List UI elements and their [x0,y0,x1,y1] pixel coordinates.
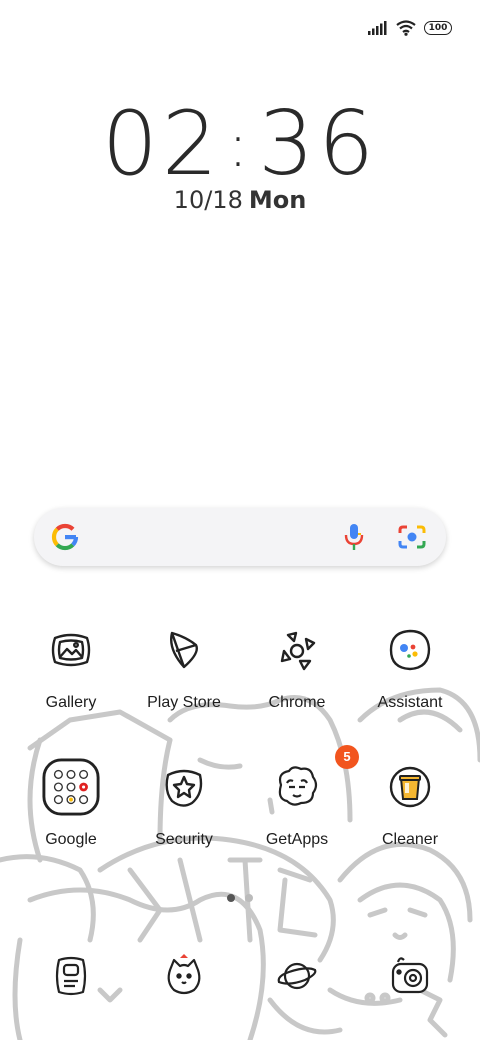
security-icon [154,757,214,817]
camera-icon [380,946,440,1006]
getapps-icon: 5 [267,745,359,817]
app-chrome[interactable]: Chrome [242,620,352,712]
google-g-icon [51,523,79,551]
app-assistant[interactable]: Assistant [355,620,465,712]
gallery-icon [41,620,101,680]
app-google-folder[interactable]: Google [16,757,126,849]
dock-app-4[interactable] [355,946,465,1006]
app-label: GetApps [265,831,329,848]
app-getapps[interactable]: 5 GetApps [242,745,359,849]
signal-icon [368,21,387,35]
lens-icon[interactable] [398,524,426,550]
chrome-icon [267,620,327,680]
planet-icon [267,946,327,1006]
app-label: Assistant [377,694,443,711]
app-label: Cleaner [381,831,439,848]
assistant-icon [380,620,440,680]
app-label: Google [45,831,97,848]
page-dot-active [227,894,235,902]
play-store-icon [154,620,214,680]
dog-card-icon [41,946,101,1006]
date-text: 10/18 [173,186,243,214]
clock-colon: : [227,111,253,181]
page-indicator[interactable] [0,894,480,902]
google-folder-icon [41,757,101,817]
app-play-store[interactable]: Play Store [129,620,239,712]
wifi-icon [396,20,416,36]
lock-clock[interactable]: 02:36 [0,92,480,195]
app-gallery[interactable]: Gallery [16,620,126,712]
dock-app-2[interactable] [129,946,239,1006]
status-bar: 100 [368,14,452,42]
dock-app-3[interactable] [242,946,352,1006]
date-display[interactable]: 10/18 Mon [0,186,480,214]
clock-minutes: 36 [258,92,379,195]
app-label: Play Store [147,694,221,711]
mic-icon[interactable] [342,522,366,552]
clock-hours: 02 [101,92,222,195]
app-label: Chrome [268,694,326,711]
dock-app-1[interactable] [16,946,126,1006]
app-label: Gallery [45,694,97,711]
google-search-bar[interactable] [34,508,446,566]
weekday-text: Mon [248,186,307,214]
page-dot [245,894,253,902]
cleaner-icon [380,757,440,817]
battery-indicator: 100 [424,21,452,35]
app-security[interactable]: Security [129,757,239,849]
app-cleaner[interactable]: Cleaner [355,757,465,849]
app-label: Security [155,831,213,848]
dog-face-icon [154,946,214,1006]
